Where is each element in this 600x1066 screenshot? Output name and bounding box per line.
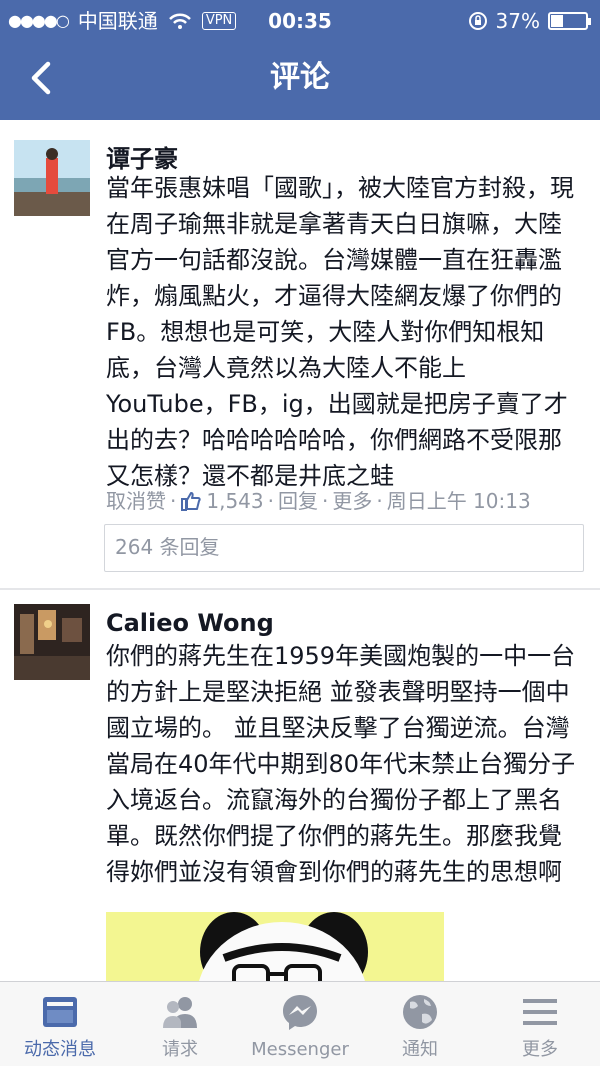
battery-icon bbox=[548, 12, 591, 30]
friend-requests-icon bbox=[163, 997, 197, 1028]
news-feed-icon bbox=[43, 997, 77, 1027]
tab-label: 动态消息 bbox=[24, 1039, 96, 1060]
avatar[interactable] bbox=[14, 140, 90, 216]
tab-bar: 动态消息 请求 Messenger 通知 更多 bbox=[0, 981, 600, 1066]
tab-messenger[interactable]: Messenger bbox=[240, 982, 360, 1066]
nav-bar: 评论 bbox=[0, 44, 600, 114]
page-title: 评论 bbox=[270, 60, 330, 95]
tab-label: 通知 bbox=[402, 1039, 438, 1060]
like-thumb-icon bbox=[181, 492, 202, 511]
sticker-image[interactable] bbox=[106, 912, 444, 992]
tab-news-feed[interactable]: 动态消息 bbox=[0, 982, 120, 1066]
tab-more[interactable]: 更多 bbox=[480, 982, 600, 1066]
comment-text: 你們的蔣先生在1959年美國炮製的一中一台的方針上是堅決拒絕 並發表聲明堅持一個… bbox=[106, 642, 576, 886]
status-bar: ●●●●○ 中国联通 VPN 00:35 37% bbox=[0, 8, 600, 34]
tab-notifications[interactable]: 通知 bbox=[360, 982, 480, 1066]
avatar[interactable] bbox=[14, 604, 90, 680]
divider bbox=[0, 588, 600, 590]
tab-label: 更多 bbox=[522, 1039, 558, 1060]
menu-icon bbox=[523, 999, 557, 1025]
like-count[interactable]: 1,543 bbox=[206, 486, 263, 516]
globe-icon bbox=[403, 995, 437, 1029]
comment-author[interactable]: Calieo Wong bbox=[106, 608, 274, 638]
tab-requests[interactable]: 请求 bbox=[120, 982, 240, 1066]
messenger-icon bbox=[283, 995, 317, 1030]
comment-text: 當年張惠妹唱「國歌」，被大陸官方封殺，現在周子瑜無非就是拿著青天白日旗嘛，大陸官… bbox=[106, 174, 574, 490]
unlike-link[interactable]: 取消赞 bbox=[106, 486, 166, 516]
reply-link[interactable]: 回复 bbox=[278, 486, 318, 516]
view-replies-button[interactable]: 264 条回复 bbox=[104, 524, 584, 572]
header: ●●●●○ 中国联通 VPN 00:35 37% 评论 bbox=[0, 0, 600, 120]
more-link[interactable]: 更多 bbox=[332, 486, 372, 516]
tab-label: Messenger bbox=[251, 1039, 349, 1060]
comment-time: 周日上午 10:13 bbox=[386, 489, 531, 513]
tab-label: 请求 bbox=[162, 1039, 198, 1060]
comment-meta: 取消赞 · 1,543 · 回复 · 更多 · 周日上午 10:13 bbox=[106, 486, 531, 516]
battery-percent: 37% bbox=[495, 9, 540, 33]
rotation-lock-icon bbox=[468, 12, 487, 30]
